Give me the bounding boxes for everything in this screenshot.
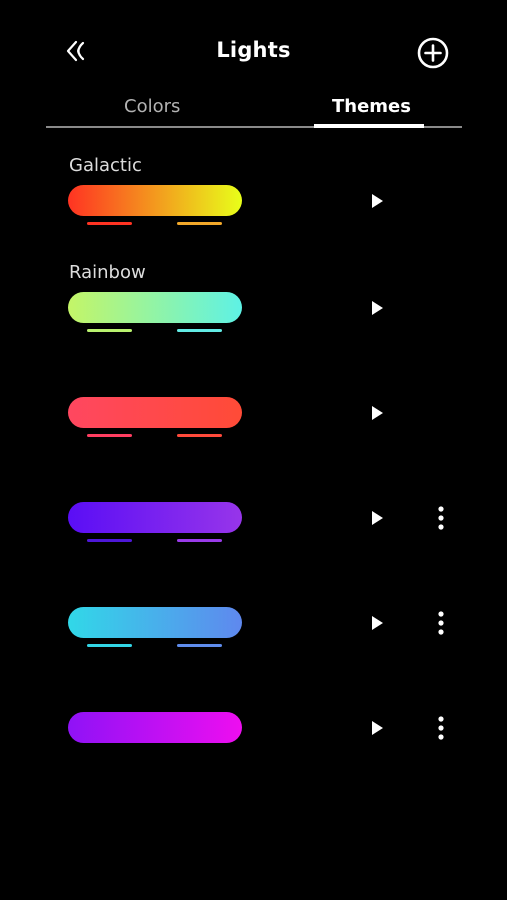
light-strip-right-indicator	[177, 539, 222, 542]
more-vertical-icon	[438, 716, 444, 740]
play-button[interactable]	[366, 190, 388, 212]
more-vertical-icon	[438, 506, 444, 530]
theme-item[interactable]	[0, 682, 507, 762]
theme-name: Rainbow	[69, 262, 146, 283]
play-icon	[372, 616, 383, 630]
theme-item[interactable]	[0, 577, 507, 657]
more-vertical-icon	[438, 611, 444, 635]
light-strip-left-indicator	[87, 222, 132, 225]
theme-gradient-preview	[68, 607, 242, 638]
play-button[interactable]	[366, 717, 388, 739]
play-icon	[372, 194, 383, 208]
tab-colors[interactable]: Colors	[124, 96, 180, 117]
add-theme-button[interactable]	[417, 37, 449, 69]
tab-bar: Colors Themes	[46, 96, 462, 128]
play-icon	[372, 301, 383, 315]
header: Lights	[0, 0, 507, 100]
more-options-button[interactable]	[431, 714, 451, 742]
more-options-button[interactable]	[431, 609, 451, 637]
theme-gradient-preview	[68, 292, 242, 323]
play-button[interactable]	[366, 612, 388, 634]
plus-circle-icon	[417, 37, 449, 69]
play-icon	[372, 511, 383, 525]
theme-item[interactable]	[0, 367, 507, 447]
theme-item[interactable]: Galactic	[0, 155, 507, 235]
light-strip-left-indicator	[87, 434, 132, 437]
theme-gradient-preview	[68, 712, 242, 743]
play-button[interactable]	[366, 297, 388, 319]
tab-themes[interactable]: Themes	[332, 96, 411, 117]
light-strip-right-indicator	[177, 329, 222, 332]
more-options-button[interactable]	[431, 504, 451, 532]
light-strip-left-indicator	[87, 539, 132, 542]
play-icon	[372, 721, 383, 735]
light-strip-left-indicator	[87, 644, 132, 647]
light-strip-right-indicator	[177, 434, 222, 437]
theme-item[interactable]: Rainbow	[0, 262, 507, 342]
play-icon	[372, 406, 383, 420]
theme-name: Galactic	[69, 155, 142, 176]
play-button[interactable]	[366, 402, 388, 424]
light-strip-right-indicator	[177, 644, 222, 647]
theme-gradient-preview	[68, 397, 242, 428]
light-strip-right-indicator	[177, 222, 222, 225]
theme-gradient-preview	[68, 185, 242, 216]
light-strip-left-indicator	[87, 329, 132, 332]
active-tab-indicator	[314, 124, 424, 128]
theme-gradient-preview	[68, 502, 242, 533]
theme-item[interactable]	[0, 472, 507, 552]
play-button[interactable]	[366, 507, 388, 529]
